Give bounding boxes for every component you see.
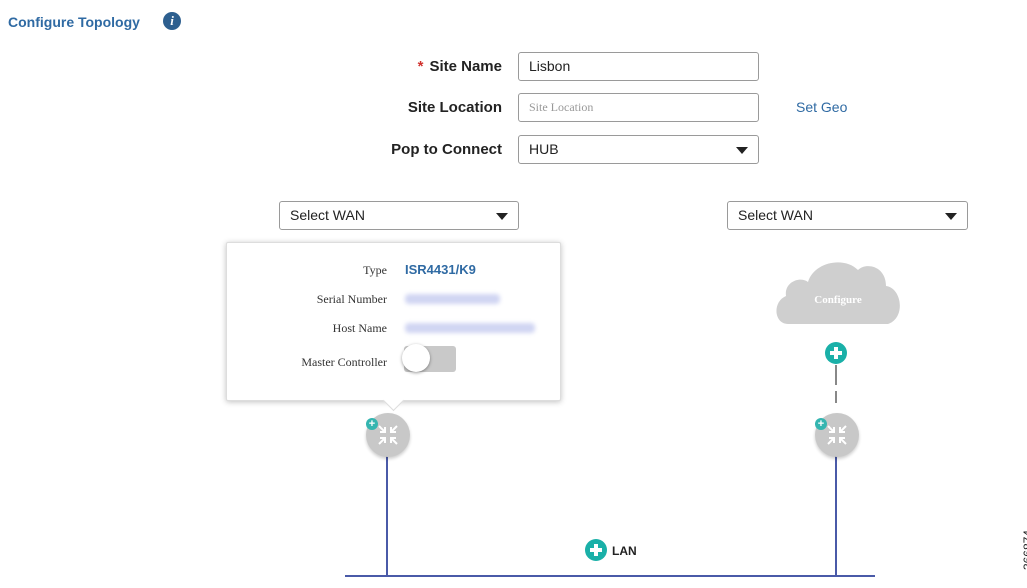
add-wan-icon[interactable]: + <box>815 418 827 430</box>
type-label: Type <box>363 263 387 277</box>
wan-select-right-value: Select WAN <box>738 207 813 223</box>
lan-label: LAN <box>612 544 637 558</box>
device-details-popover: Type ISR4431/K9 Serial Number Host Name … <box>226 242 561 401</box>
add-wan-icon[interactable]: + <box>366 418 378 430</box>
toggle-knob <box>402 344 430 372</box>
chevron-down-icon <box>945 213 957 220</box>
dashed-link <box>835 391 837 403</box>
add-lan-icon[interactable] <box>585 539 607 561</box>
router-icon <box>827 425 847 445</box>
host-name-value-redacted <box>405 323 535 333</box>
serial-number-value-redacted <box>405 294 500 304</box>
chevron-down-icon <box>736 147 748 154</box>
set-geo-link[interactable]: Set Geo <box>796 99 847 115</box>
wan-select-right[interactable]: Select WAN <box>727 201 968 230</box>
cloud-label: Configure <box>814 294 862 306</box>
site-name-input[interactable]: Lisbon <box>518 52 759 81</box>
page-title: Configure Topology <box>8 14 140 30</box>
master-controller-toggle[interactable] <box>402 344 456 372</box>
site-location-input[interactable]: Site Location <box>518 93 759 122</box>
pop-to-connect-label: Pop to Connect <box>391 141 502 158</box>
dashed-link <box>835 365 837 385</box>
site-name-label-text: Site Name <box>429 58 502 75</box>
right-lan-link <box>835 452 837 576</box>
pop-to-connect-select[interactable]: HUB <box>518 135 759 164</box>
info-icon[interactable]: i <box>163 12 181 30</box>
figure-number: 366874 <box>1021 530 1027 571</box>
add-circle-icon[interactable] <box>825 342 847 364</box>
wan-select-left[interactable]: Select WAN <box>279 201 519 230</box>
left-lan-link <box>386 452 388 576</box>
site-name-label: * Site Name <box>282 58 502 75</box>
type-value: ISR4431/K9 <box>405 262 476 277</box>
router-icon <box>378 425 398 445</box>
serial-number-label: Serial Number <box>316 292 387 306</box>
host-name-label: Host Name <box>332 321 387 335</box>
required-marker: * <box>417 58 424 75</box>
site-location-label: Site Location <box>407 99 502 116</box>
chevron-down-icon <box>496 213 508 220</box>
wan-select-left-value: Select WAN <box>290 207 365 223</box>
cloud-icon <box>776 262 900 324</box>
master-controller-label: Master Controller <box>301 355 387 369</box>
pop-to-connect-value: HUB <box>529 141 559 157</box>
lan-line <box>345 575 875 577</box>
configure-cloud[interactable]: Configure <box>770 254 906 326</box>
